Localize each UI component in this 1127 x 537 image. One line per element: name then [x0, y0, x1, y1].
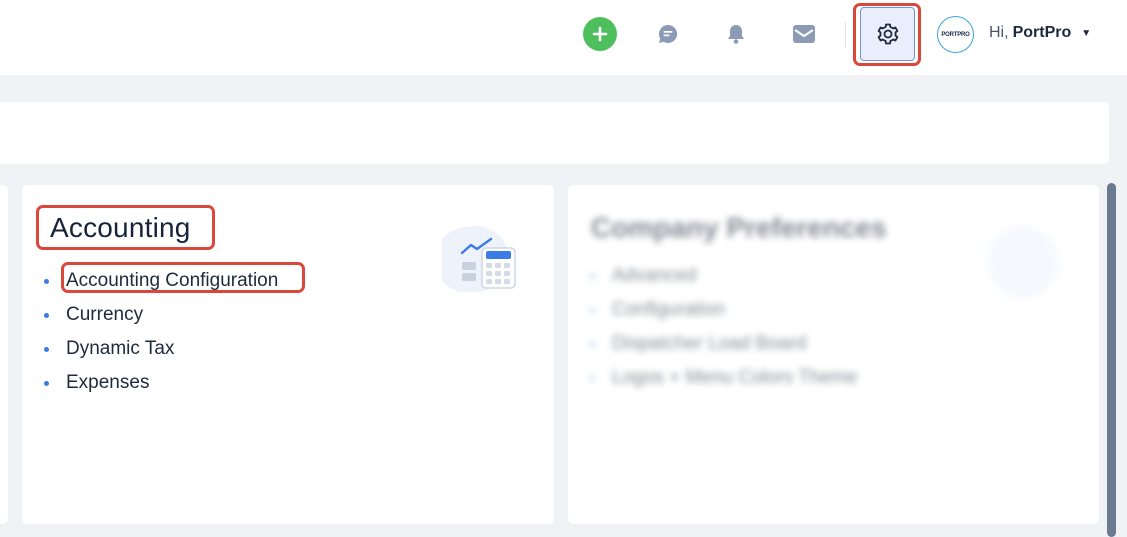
bullet	[44, 278, 49, 284]
avatar-text: PORTPRO	[941, 31, 970, 38]
menu-item-expenses[interactable]: Expenses	[44, 366, 278, 400]
chat-icon	[658, 24, 678, 43]
menu-item-accounting-configuration[interactable]: Accounting Configuration	[44, 264, 278, 298]
menu-item-dynamic-tax[interactable]: Dynamic Tax	[44, 332, 278, 366]
accounting-title: Accounting	[50, 212, 191, 243]
mail-icon	[793, 25, 815, 43]
company-preferences-title: Company Preferences	[591, 212, 887, 243]
menu-item-label[interactable]: Currency	[66, 304, 143, 326]
bullet	[590, 273, 595, 279]
bullet	[44, 312, 49, 318]
bullet	[590, 341, 595, 347]
scrollbar[interactable]	[1107, 183, 1116, 537]
calculator-chart-icon	[442, 226, 516, 292]
menu-item-label[interactable]: Dispatcher Load Board	[612, 333, 806, 355]
menu-item-label[interactable]: Accounting Configuration	[66, 270, 278, 292]
menu-item-label[interactable]: Dynamic Tax	[66, 338, 174, 360]
notifications-button[interactable]	[719, 17, 753, 51]
chat-button[interactable]	[651, 17, 685, 51]
menu-item-dispatcher-load-board[interactable]: Dispatcher Load Board	[590, 327, 857, 361]
company-preferences-menu: Advanced Configuration Dispatcher Load B…	[590, 259, 857, 395]
add-button[interactable]	[583, 17, 617, 51]
menu-item-label[interactable]: Logos + Menu Colors Theme	[612, 367, 857, 389]
settings-card-partial	[0, 185, 8, 524]
menu-item-logos-menu-colors-theme[interactable]: Logos + Menu Colors Theme	[590, 361, 857, 395]
menu-item-label[interactable]: Expenses	[66, 372, 149, 394]
menu-item-configuration[interactable]: Configuration	[590, 293, 857, 327]
top-navigation-bar: PORTPRO Hi, PortPro ▼	[0, 0, 1127, 75]
plus-icon	[592, 26, 608, 42]
menu-item-currency[interactable]: Currency	[44, 298, 278, 332]
toolbar-divider	[845, 22, 846, 48]
greeting-prefix: Hi,	[989, 24, 1009, 41]
menu-item-label[interactable]: Advanced	[612, 265, 697, 287]
bullet	[590, 375, 595, 381]
bullet	[590, 307, 595, 313]
settings-button[interactable]	[860, 7, 915, 61]
search-bar[interactable]	[0, 102, 1109, 164]
bullet	[44, 380, 49, 386]
bullet	[44, 346, 49, 352]
user-menu[interactable]: Hi, PortPro ▼	[989, 24, 1091, 42]
accounting-menu: Accounting Configuration Currency Dynami…	[44, 264, 278, 400]
menu-item-label[interactable]: Configuration	[612, 299, 725, 321]
gear-icon	[877, 23, 898, 45]
avatar[interactable]: PORTPRO	[937, 16, 974, 53]
company-preferences-icon	[987, 226, 1059, 298]
bell-icon	[728, 25, 744, 44]
user-name: PortPro	[1012, 24, 1072, 41]
caret-down-icon: ▼	[1081, 27, 1092, 39]
menu-item-advanced[interactable]: Advanced	[590, 259, 857, 293]
mail-button[interactable]	[787, 17, 821, 51]
